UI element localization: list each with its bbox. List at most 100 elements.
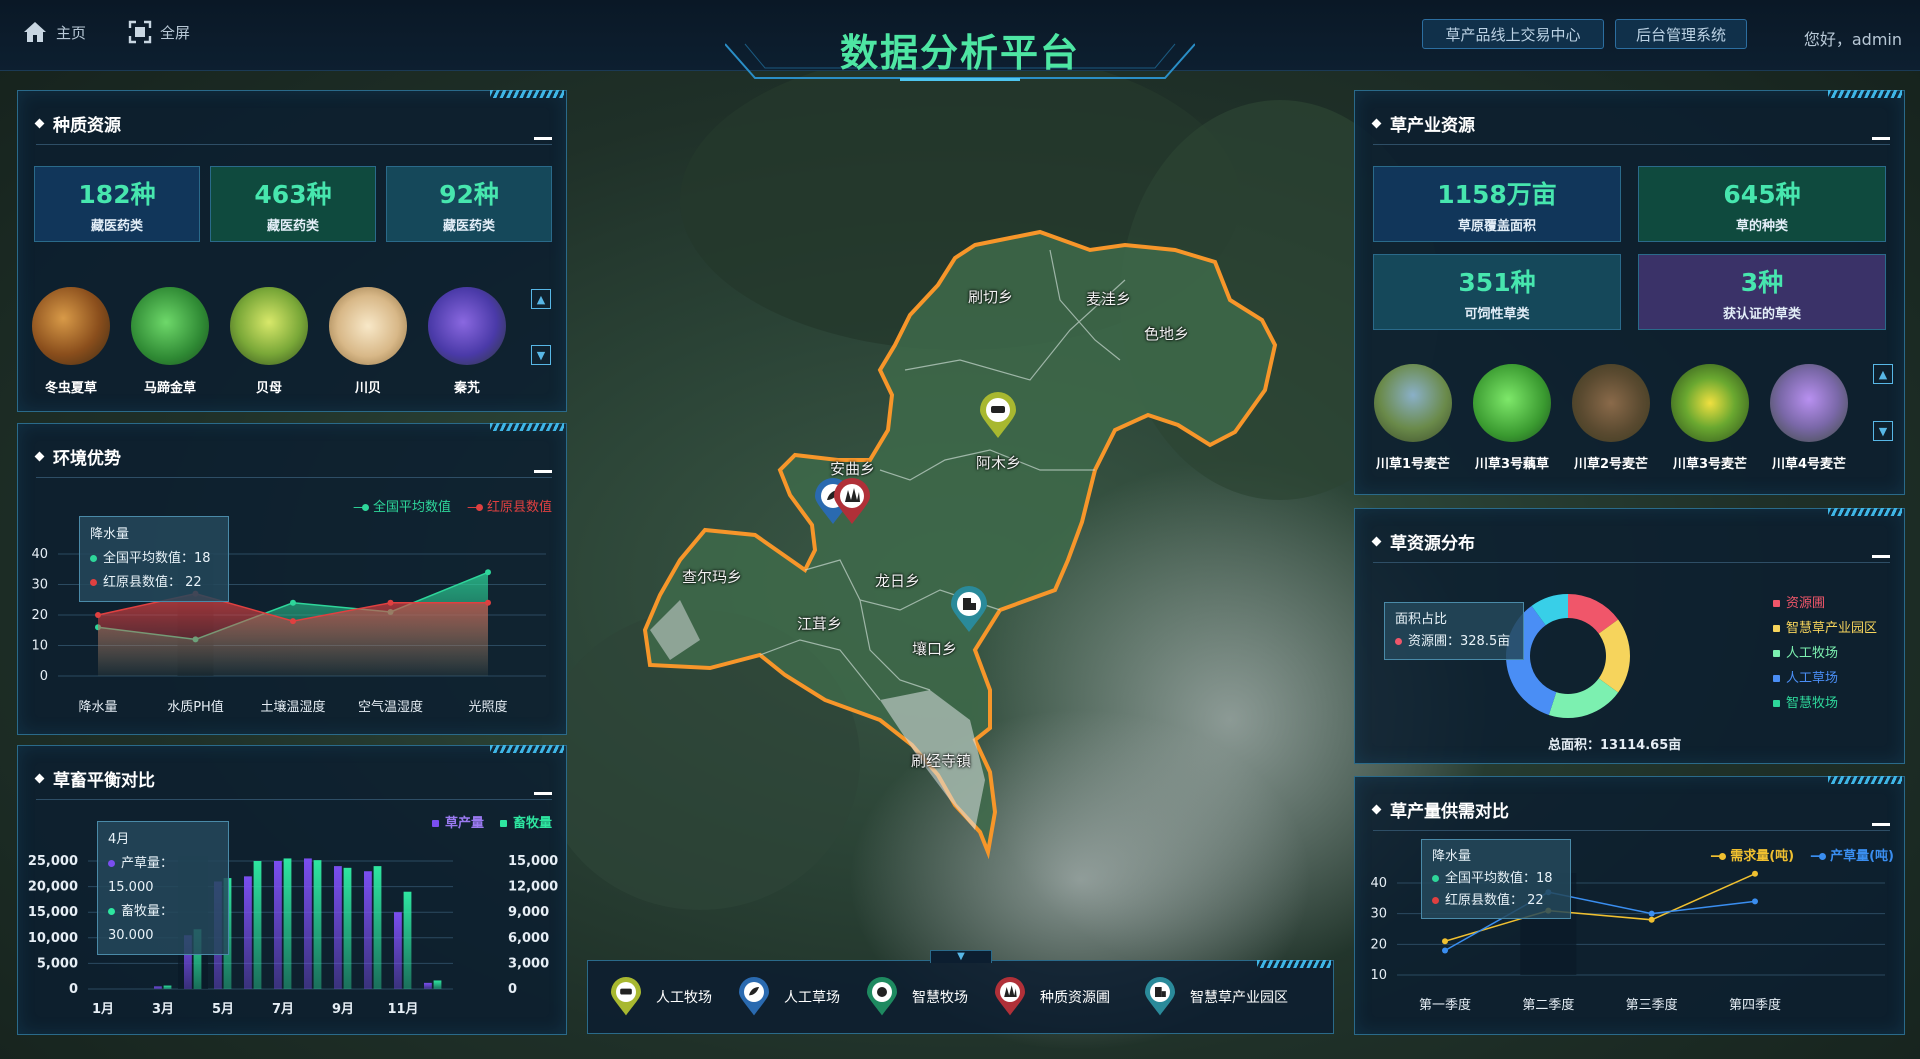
- industry-item-label: 川草3号麦芒: [1672, 457, 1748, 472]
- stat-card: 92种 藏医药类: [386, 166, 552, 242]
- y-tick-label: 30: [1370, 907, 1387, 922]
- stat-value: 92种: [439, 179, 499, 209]
- x-tick-label: 空气温湿度: [358, 699, 423, 715]
- x-tick-label: 光照度: [468, 699, 507, 715]
- legend-item[interactable]: 人工草场: [1773, 666, 1877, 691]
- legend-industry-park[interactable]: 智慧草产业园区: [1142, 977, 1288, 1016]
- chevron-up-icon: ▲: [536, 292, 546, 306]
- germplasm-item-label: 贝母: [255, 381, 282, 396]
- industry-item-label: 川草2号麦芒: [1573, 457, 1649, 472]
- industry-item-label: 川草4号麦芒: [1771, 457, 1847, 472]
- town-label[interactable]: 龙日乡: [875, 570, 920, 591]
- data-point: [1752, 898, 1758, 905]
- town-label[interactable]: 麦洼乡: [1086, 288, 1131, 309]
- scroll-down-button[interactable]: ▼: [531, 345, 551, 365]
- admin-system-button[interactable]: 后台管理系统: [1615, 19, 1747, 49]
- industry-thumb[interactable]: [1374, 364, 1452, 442]
- town-label[interactable]: 安曲乡: [830, 458, 875, 479]
- stat-value: 351种: [1458, 267, 1536, 297]
- industry-thumb[interactable]: [1473, 364, 1551, 442]
- town-label[interactable]: 壤口乡: [912, 638, 957, 659]
- legend-smart-pasture[interactable]: 智慧牧场: [864, 977, 968, 1016]
- y2-tick-label: 6,000: [508, 931, 549, 946]
- industry-park-map-pin[interactable]: [949, 586, 989, 634]
- x-tick-label: 土壤温湿度: [260, 699, 325, 715]
- legend-germplasm[interactable]: 种质资源圃: [992, 977, 1110, 1016]
- y-tick-label: 30: [31, 578, 48, 593]
- bar: [163, 985, 172, 989]
- town-label[interactable]: 阿木乡: [976, 452, 1021, 473]
- industry-thumb[interactable]: [1770, 364, 1848, 442]
- stat-label: 藏医药类: [266, 218, 319, 234]
- germplasm-map-pin[interactable]: [832, 478, 872, 526]
- chevron-down-icon: ▼: [1878, 424, 1888, 438]
- x-tick-label: 第三季度: [1626, 997, 1678, 1013]
- stat-card: 3种 获认证的草类: [1638, 254, 1886, 330]
- scroll-down-button[interactable]: ▼: [1873, 421, 1893, 441]
- page-title: 数据分析平台: [839, 31, 1080, 75]
- bar: [274, 861, 282, 989]
- supply-panel: 草产量供需对比 — 需求量(吨) — 产草量(吨) 10 20 30 40 第一季度 第二季度…: [1354, 776, 1905, 1035]
- town-label[interactable]: 江茸乡: [797, 613, 842, 634]
- y2-tick-label: 3,000: [508, 956, 549, 971]
- germplasm-thumb[interactable]: [230, 287, 308, 365]
- top-navigation-bar: 主页 全屏 数据分析平台 草产品线上交易中心 后台管理系统 您好，admin: [0, 0, 1920, 81]
- x-tick-label: 9月: [332, 1002, 354, 1017]
- home-label: 主页: [56, 23, 87, 42]
- bar: [403, 891, 412, 989]
- data-point: [485, 569, 491, 576]
- industry-thumb[interactable]: [1671, 364, 1749, 442]
- pasture-map-pin[interactable]: [978, 392, 1018, 440]
- germplasm-thumb[interactable]: [428, 287, 506, 365]
- stat-value: 645种: [1723, 179, 1801, 209]
- donut-legend: 资源圃 智慧草产业园区 人工牧场 人工草场 智慧牧场: [1773, 591, 1877, 716]
- market-center-button[interactable]: 草产品线上交易中心: [1422, 19, 1604, 49]
- y2-tick-label: 15,000: [508, 854, 558, 869]
- y-tick-label: 0: [69, 982, 78, 997]
- chevron-up-icon: ▲: [1878, 367, 1888, 381]
- legend-item[interactable]: 人工牧场: [1773, 641, 1877, 666]
- home-link[interactable]: 主页: [22, 18, 86, 46]
- chevron-down-icon: ▼: [957, 951, 965, 962]
- data-point: [1442, 947, 1448, 954]
- user-greeting[interactable]: 您好，admin: [1804, 26, 1902, 50]
- industry-thumb[interactable]: [1572, 364, 1650, 442]
- stat-label: 获认证的草类: [1722, 306, 1801, 322]
- legend-item[interactable]: 智慧草产业园区: [1773, 616, 1877, 641]
- x-tick-label: 第四季度: [1729, 997, 1781, 1013]
- legend-item[interactable]: 资源圃: [1773, 591, 1877, 616]
- data-point: [387, 599, 394, 606]
- y-tick-label: 20: [31, 608, 48, 623]
- germplasm-thumb[interactable]: [131, 287, 209, 365]
- stat-card: 1158万亩 草原覆盖面积: [1373, 166, 1621, 242]
- legend-pasture[interactable]: 人工牧场: [608, 977, 712, 1016]
- y-tick-label: 25,000: [28, 854, 78, 869]
- smart-pasture-icon: [867, 977, 897, 1016]
- town-label[interactable]: 色地乡: [1144, 323, 1189, 344]
- data-point: [290, 599, 296, 606]
- y-tick-label: 15,000: [28, 905, 78, 920]
- town-label[interactable]: 查尔玛乡: [682, 566, 742, 587]
- town-label[interactable]: 刷切乡: [968, 286, 1013, 307]
- y2-tick-label: 12,000: [508, 880, 558, 895]
- collapse-toggle[interactable]: ▼: [930, 950, 992, 963]
- scroll-up-button[interactable]: ▲: [1873, 364, 1893, 384]
- chevron-down-icon: ▼: [536, 348, 546, 362]
- bar: [304, 858, 312, 989]
- town-label[interactable]: 刷经寺镇: [911, 750, 971, 771]
- fullscreen-label: 全屏: [160, 23, 191, 42]
- legend-grassland[interactable]: 人工草场: [736, 977, 840, 1016]
- bar: [343, 867, 352, 989]
- chart-tooltip: 面积占比 资源圃：328.5亩: [1384, 602, 1524, 660]
- fullscreen-button[interactable]: 全屏: [128, 18, 190, 46]
- x-tick-label: 1月: [92, 1002, 114, 1017]
- scroll-up-button[interactable]: ▲: [531, 289, 551, 309]
- bar: [313, 860, 322, 989]
- x-tick-label: 7月: [272, 1002, 294, 1017]
- legend-item[interactable]: 智慧牧场: [1773, 691, 1877, 716]
- x-tick-label: 降水量: [78, 700, 117, 715]
- germplasm-thumb[interactable]: [329, 287, 407, 365]
- germplasm-thumb[interactable]: [32, 287, 110, 365]
- stat-card: 351种 可饲性草类: [1373, 254, 1621, 330]
- germplasm-item-label: 马蹄金草: [143, 381, 196, 396]
